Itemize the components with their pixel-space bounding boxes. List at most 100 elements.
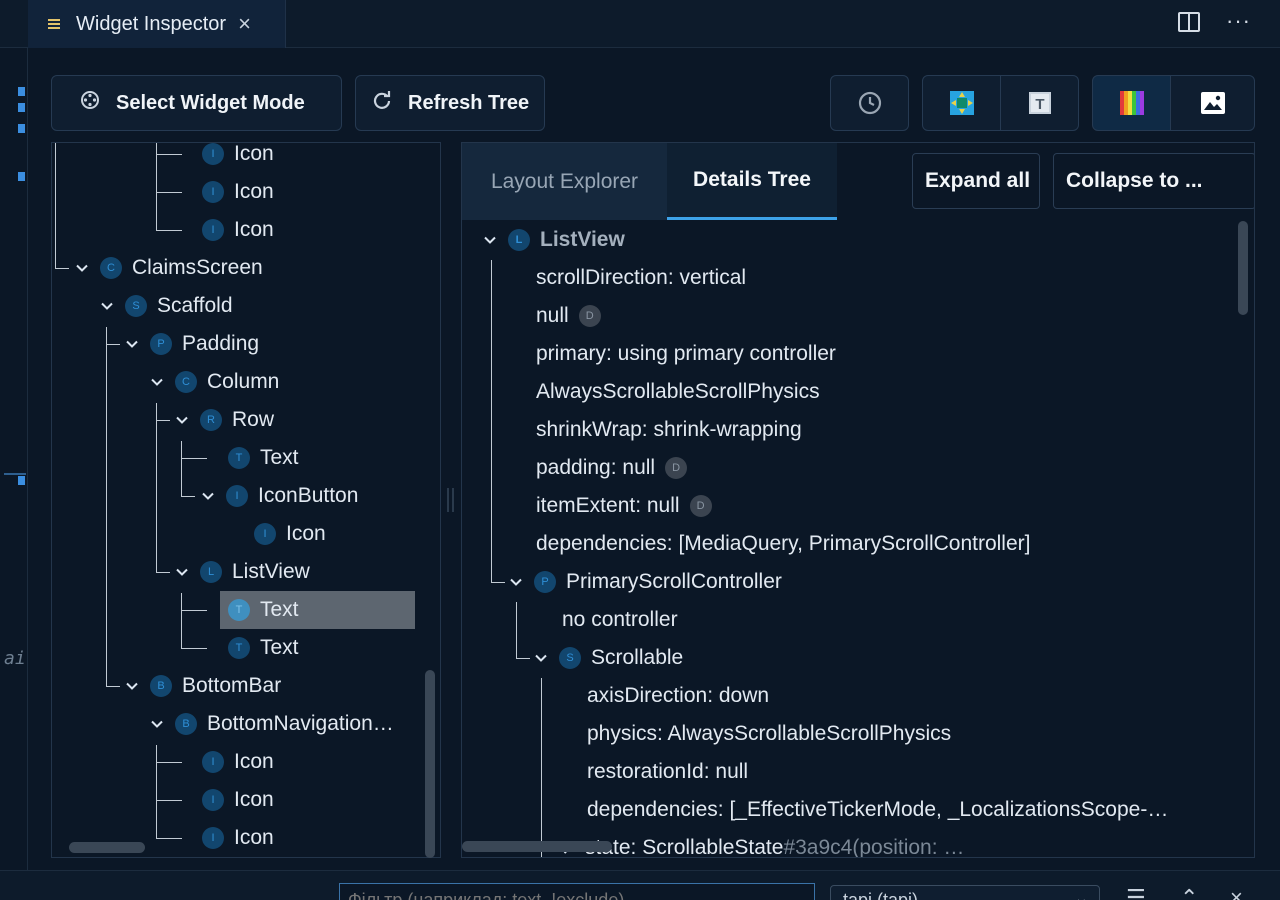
image-icon — [1200, 92, 1225, 114]
chevron-down-icon[interactable] — [126, 680, 138, 692]
detail-property[interactable]: itemExtent: null D — [536, 487, 722, 525]
close-icon[interactable]: × — [1230, 885, 1243, 900]
detail-property[interactable]: no controller — [562, 601, 678, 639]
tree-horizontal-scrollbar[interactable] — [69, 842, 145, 853]
widget-badge-icon: R — [200, 409, 222, 431]
tree-item-label: Icon — [234, 142, 274, 165]
default-badge-icon: D — [578, 305, 601, 327]
tree-item[interactable]: B BottomNavigation… — [151, 705, 394, 743]
detail-property[interactable]: restorationId: null — [587, 753, 748, 791]
history-button[interactable] — [830, 75, 909, 131]
output-channel-select[interactable]: tapi (tapi) ⌄ — [830, 885, 1100, 900]
chevron-down-icon[interactable] — [151, 376, 163, 388]
widget-badge-icon: I — [202, 789, 224, 811]
tree-item[interactable]: C ClaimsScreen — [76, 249, 263, 287]
tree-item[interactable]: I Icon — [202, 743, 274, 781]
panel-resize-handle[interactable] — [447, 488, 455, 512]
chevron-down-icon[interactable] — [101, 300, 113, 312]
tree-item[interactable]: I Icon — [202, 819, 274, 857]
detail-property[interactable]: AlwaysScrollableScrollPhysics — [536, 373, 820, 411]
detail-node-listview[interactable]: L ListView — [484, 221, 625, 259]
tree-item[interactable]: T Text — [228, 629, 299, 667]
chevron-down-icon[interactable] — [126, 338, 138, 350]
close-icon[interactable]: × — [238, 13, 251, 35]
invert-images-button[interactable] — [1170, 75, 1255, 131]
detail-property[interactable]: padding: null D — [536, 449, 697, 487]
default-badge-icon: D — [665, 457, 688, 479]
detail-property[interactable]: axisDirection: down — [587, 677, 769, 715]
widget-badge-icon: P — [150, 333, 172, 355]
text-baseline-icon: T — [1028, 92, 1051, 114]
rainbow-icon — [1119, 91, 1144, 115]
detail-property[interactable]: dependencies: [_EffectiveTickerMode, _Lo… — [587, 791, 1168, 829]
detail-property[interactable]: shrinkWrap: shrink-wrapping — [536, 411, 802, 449]
chevron-down-icon[interactable] — [151, 718, 163, 730]
chevron-down-icon: ⌄ — [1073, 888, 1089, 900]
select-widget-mode-button[interactable]: Select Widget Mode — [51, 75, 342, 131]
detail-property[interactable]: scrollDirection: vertical — [536, 259, 746, 297]
tree-item[interactable]: I Icon — [254, 515, 326, 553]
details-horizontal-scrollbar[interactable] — [462, 841, 612, 852]
tree-item[interactable]: B BottomBar — [126, 667, 281, 705]
tree-item-selected[interactable]: T Text — [220, 591, 415, 629]
details-vertical-scrollbar[interactable] — [1238, 221, 1248, 315]
tab-widget-inspector[interactable]: Widget Inspector × — [28, 0, 286, 48]
tree-item[interactable]: C Column — [151, 363, 279, 401]
refresh-icon — [372, 90, 392, 116]
tab-layout-explorer[interactable]: Layout Explorer — [462, 143, 667, 220]
detail-label: PrimaryScrollController — [566, 570, 782, 593]
guidelines-button[interactable] — [922, 75, 1001, 131]
chevron-down-icon[interactable] — [176, 414, 188, 426]
tab-title: Widget Inspector — [76, 12, 227, 35]
detail-node-primaryscrollcontroller[interactable]: P PrimaryScrollController — [510, 563, 782, 601]
detail-node-scrollable[interactable]: S Scrollable — [535, 639, 683, 677]
filter-input[interactable] — [339, 883, 815, 900]
detail-property[interactable]: physics: AlwaysScrollableScrollPhysics — [587, 715, 951, 753]
tree-item[interactable]: I Icon — [202, 173, 274, 211]
tree-vertical-scrollbar[interactable] — [425, 670, 435, 858]
chevron-down-icon[interactable] — [176, 566, 188, 578]
more-actions-icon[interactable]: ··· — [1226, 8, 1251, 34]
widget-tree-panel[interactable]: I Icon I Icon I Icon C ClaimsScreen S Scaffol… — [51, 142, 441, 858]
collapse-to-button[interactable]: Collapse to ... — [1053, 153, 1254, 209]
baselines-button[interactable]: T — [1000, 75, 1079, 131]
repaint-rainbow-button[interactable] — [1092, 75, 1171, 131]
tree-item[interactable]: I Icon — [202, 142, 274, 173]
tree-item[interactable]: P Padding — [126, 325, 259, 363]
widget-badge-icon: I — [202, 143, 224, 165]
detail-label: ListView — [540, 228, 625, 251]
tree-item[interactable]: S Scaffold — [101, 287, 233, 325]
tree-item[interactable]: R Row — [176, 401, 274, 439]
tree-item[interactable]: L ListView — [176, 553, 310, 591]
chevron-down-icon[interactable] — [202, 490, 214, 502]
tree-item-label: Icon — [234, 750, 274, 773]
detail-node-state[interactable]: state: ScrollableState #3a9c4(position: … — [561, 829, 964, 857]
detail-label: physics: AlwaysScrollableScrollPhysics — [587, 722, 952, 745]
refresh-tree-button[interactable]: Refresh Tree — [355, 75, 545, 131]
chevron-down-icon[interactable] — [510, 576, 522, 588]
list-view-icon[interactable]: ☰ — [1126, 885, 1146, 900]
split-editor-icon[interactable] — [1178, 12, 1200, 32]
chevron-down-icon[interactable] — [535, 652, 547, 664]
tree-item[interactable]: I Icon — [202, 781, 274, 819]
detail-property[interactable]: dependencies: [MediaQuery, PrimaryScroll… — [536, 525, 1030, 563]
crosshair-icon — [80, 90, 100, 116]
tab-details-tree[interactable]: Details Tree — [667, 143, 837, 220]
detail-label: Scrollable — [591, 646, 684, 669]
history-icon — [858, 91, 881, 115]
expand-all-button[interactable]: Expand all — [912, 153, 1040, 209]
gutter-marker — [18, 87, 25, 96]
widget-badge-icon: T — [228, 447, 250, 469]
bottom-panel-bar: tapi (tapi) ⌄ ☰ ⌃ × — [0, 870, 1280, 900]
tree-item[interactable]: T Text — [228, 439, 299, 477]
detail-property[interactable]: null D — [536, 297, 611, 335]
tree-item-label: Scaffold — [157, 294, 233, 317]
chevron-up-icon[interactable]: ⌃ — [1180, 885, 1198, 900]
tree-item-label: IconButton — [258, 484, 359, 507]
tree-item[interactable]: I Icon — [202, 211, 274, 249]
chevron-down-icon[interactable] — [484, 234, 496, 246]
detail-property[interactable]: primary: using primary controller — [536, 335, 836, 373]
tree-item[interactable]: I IconButton — [202, 477, 358, 515]
tree-item-label: Icon — [234, 180, 274, 203]
chevron-down-icon[interactable] — [76, 262, 88, 274]
